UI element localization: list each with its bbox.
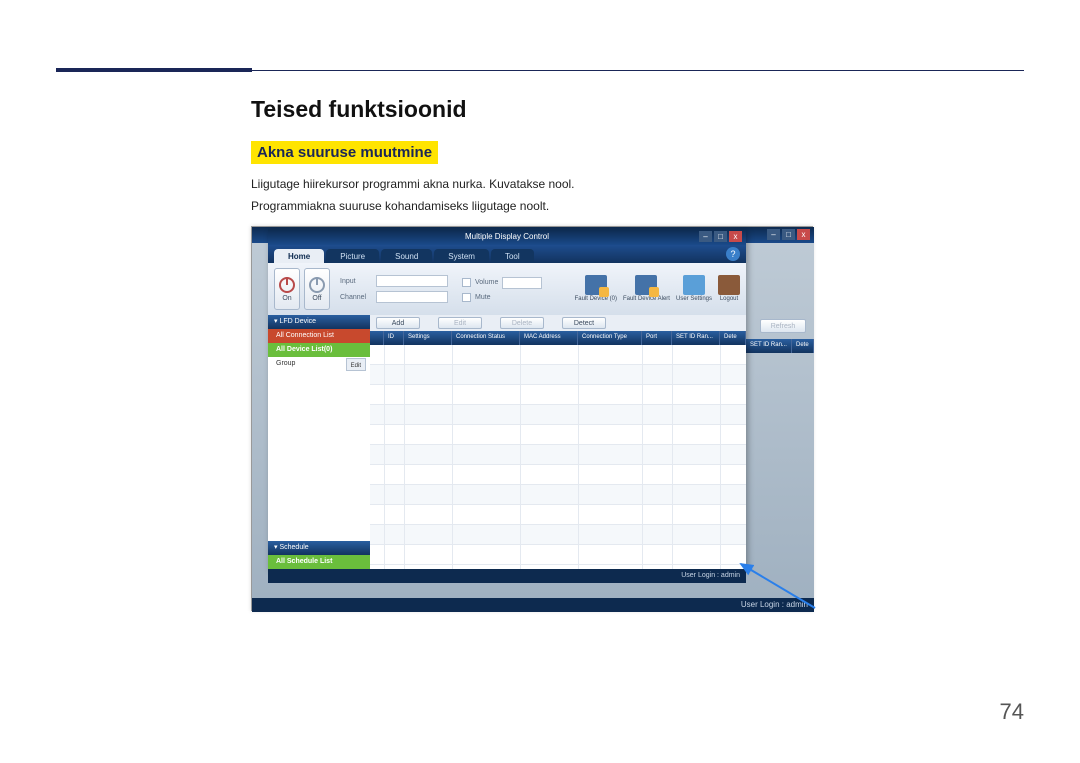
sidebar-schedule-list[interactable]: All Schedule List xyxy=(268,555,370,569)
mute-checkbox[interactable] xyxy=(462,293,471,302)
menu-bar: Home Picture Sound System Tool ? xyxy=(268,245,746,263)
page-number: 74 xyxy=(1000,699,1024,725)
door-icon xyxy=(718,275,740,295)
close-icon[interactable]: x xyxy=(797,229,810,240)
help-icon[interactable]: ? xyxy=(726,247,740,261)
volume-checkbox[interactable] xyxy=(462,278,471,287)
minimize-icon[interactable]: – xyxy=(699,231,712,242)
sidebar-group-item[interactable]: Group Edit xyxy=(268,357,370,371)
paragraph-2: Programmiakna suuruse kohandamiseks liig… xyxy=(251,196,1021,216)
paragraph-1: Liigutage hiirekursor programmi akna nur… xyxy=(251,174,1021,194)
application-screenshot: – □ x ut Refresh SET ID Ran... Dete User… xyxy=(251,226,813,611)
status-bar: User Login : admin xyxy=(268,569,746,583)
edit-button[interactable]: Edit xyxy=(438,317,482,329)
sidebar-connection-list[interactable]: All Connection List xyxy=(268,329,370,343)
mute-label: Mute xyxy=(475,294,491,301)
channel-select[interactable] xyxy=(376,291,448,303)
delete-button[interactable]: Delete xyxy=(500,317,544,329)
fault-alert-button[interactable]: Fault Device Alert xyxy=(623,275,670,303)
back-grid-header: SET ID Ran... Dete xyxy=(746,339,814,353)
power-off-button[interactable]: Off xyxy=(304,268,330,310)
grid-body[interactable] xyxy=(370,345,746,569)
logout-button[interactable]: Logout xyxy=(718,275,740,303)
foreground-window: Multiple Display Control – □ x Home Pict… xyxy=(268,229,746,569)
document-content: Teised funktsioonid Akna suuruse muutmin… xyxy=(251,96,1021,219)
user-icon xyxy=(683,275,705,295)
channel-label: Channel xyxy=(340,294,372,301)
tab-sound[interactable]: Sound xyxy=(381,249,432,263)
maximize-icon[interactable]: □ xyxy=(782,229,795,240)
window-title: Multiple Display Control xyxy=(465,232,549,241)
sidebar-schedule-header[interactable]: Schedule xyxy=(268,541,370,555)
power-off-icon xyxy=(309,277,325,293)
add-button[interactable]: Add xyxy=(376,317,420,329)
heading-main: Teised funktsioonid xyxy=(251,96,1021,123)
fault-device-button[interactable]: Fault Device (0) xyxy=(575,275,617,303)
detect-button[interactable]: Detect xyxy=(562,317,606,329)
tab-picture[interactable]: Picture xyxy=(326,249,379,263)
back-statusbar: User Login : admin xyxy=(252,598,814,612)
sidebar-spacer xyxy=(268,371,370,541)
input-select[interactable] xyxy=(376,275,448,287)
power-on-icon xyxy=(279,277,295,293)
user-settings-button[interactable]: User Settings xyxy=(676,275,712,303)
tab-system[interactable]: System xyxy=(434,249,489,263)
monitor-warning-icon xyxy=(585,275,607,295)
grid-area: Add Edit Delete Detect ID Settings Conne… xyxy=(370,315,746,569)
sidebar: LFD Device All Connection List All Devic… xyxy=(268,315,370,569)
subheading-highlight: Akna suuruse muutmine xyxy=(251,141,438,164)
maximize-icon[interactable]: □ xyxy=(714,231,727,242)
volume-label: Volume xyxy=(475,279,498,286)
tab-tool[interactable]: Tool xyxy=(491,249,534,263)
monitor-warning-icon xyxy=(635,275,657,295)
window-titlebar[interactable]: Multiple Display Control – □ x xyxy=(268,229,746,245)
volume-value[interactable] xyxy=(502,277,542,289)
group-edit-button[interactable]: Edit xyxy=(346,358,366,371)
power-on-button[interactable]: On xyxy=(274,268,300,310)
minimize-icon[interactable]: – xyxy=(767,229,780,240)
horizontal-rule xyxy=(56,70,1024,71)
grid-header: ID Settings Connection Status MAC Addres… xyxy=(370,331,746,345)
input-label: Input xyxy=(340,278,372,285)
toolbar: On Off Input Channel xyxy=(268,263,746,315)
main-area: LFD Device All Connection List All Devic… xyxy=(268,315,746,569)
tab-home[interactable]: Home xyxy=(274,249,324,263)
close-icon[interactable]: x xyxy=(729,231,742,242)
sidebar-device-list[interactable]: All Device List(0) xyxy=(268,343,370,357)
sidebar-lfd-header[interactable]: LFD Device xyxy=(268,315,370,329)
refresh-button[interactable]: Refresh xyxy=(760,319,806,333)
grid-button-bar: Add Edit Delete Detect xyxy=(370,315,746,331)
